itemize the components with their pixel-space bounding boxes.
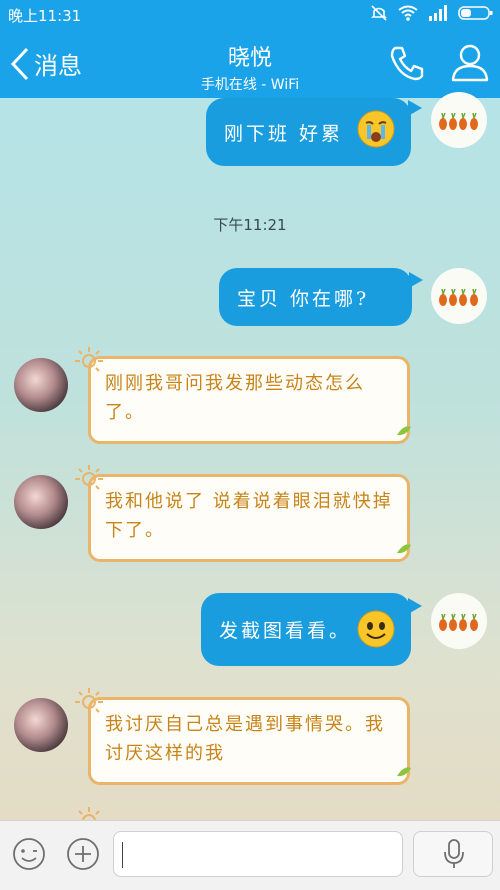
chat-header: 消息 晓悦 手机在线 - WiFi [0, 28, 500, 98]
my-avatar[interactable] [431, 92, 487, 148]
chat-bubble[interactable]: 我和他说了 说着说着眼泪就快掉下了。 [88, 474, 410, 562]
message-text: 宝贝 你在哪? [237, 287, 370, 310]
message-input[interactable] [113, 831, 403, 877]
sprout-avatar-icon [439, 613, 478, 631]
chat-bubble[interactable]: 刚刚我哥问我发那些动态怎么了。 [88, 356, 410, 444]
chat-bubble[interactable]: 刚下班 好累 [206, 98, 411, 166]
bubble-tail [409, 272, 423, 288]
sun-decoration-icon [75, 347, 103, 375]
my-avatar[interactable] [431, 268, 487, 324]
plus-icon[interactable] [66, 837, 100, 871]
sun-decoration-icon [75, 465, 103, 493]
contact-avatar[interactable] [14, 698, 68, 752]
status-icons [370, 4, 494, 22]
crying-emoji-icon [357, 110, 395, 148]
contact-avatar[interactable] [14, 475, 68, 529]
my-avatar[interactable] [431, 593, 487, 649]
wifi-icon [398, 5, 418, 21]
microphone-icon [444, 839, 464, 868]
voice-button[interactable] [413, 831, 493, 877]
text-cursor [122, 842, 123, 868]
leaf-decoration-icon [397, 767, 411, 777]
status-bar: 晚上11:31 [0, 0, 500, 28]
chat-bubble[interactable]: 发截图看看。 [201, 593, 411, 666]
message-text: 刚下班 好累 [224, 122, 344, 145]
bubble-tail [408, 598, 422, 614]
smiley-icon[interactable] [12, 837, 46, 871]
contact-avatar[interactable] [14, 358, 68, 412]
mute-icon [371, 5, 387, 21]
message-text: 我讨厌自己总是遇到事情哭。我讨厌这样的我 [105, 714, 385, 764]
message-text: 发截图看看。 [219, 620, 352, 642]
leaf-decoration-icon [397, 426, 411, 436]
chat-bubble[interactable]: 宝贝 你在哪? [219, 268, 412, 326]
chat-bubble[interactable]: 我讨厌自己总是遇到事情哭。我讨厌这样的我 [88, 697, 410, 785]
profile-icon[interactable] [450, 42, 490, 82]
phone-icon[interactable] [388, 44, 426, 82]
battery-icon [458, 6, 493, 20]
status-time: 晚上11:31 [8, 7, 82, 25]
smile-emoji-icon [357, 610, 395, 648]
leaf-decoration-icon [397, 544, 411, 554]
message-text: 刚刚我哥问我发那些动态怎么了。 [105, 373, 365, 423]
timestamp: 下午11:21 [213, 216, 287, 234]
sun-decoration-icon [75, 688, 103, 716]
bubble-tail [408, 100, 422, 116]
message-text: 我和他说了 说着说着眼泪就快掉下了。 [105, 491, 393, 541]
input-bar [0, 820, 500, 890]
sprout-avatar-icon [439, 288, 478, 306]
signal-icon [429, 5, 447, 21]
sprout-avatar-icon [439, 112, 478, 130]
